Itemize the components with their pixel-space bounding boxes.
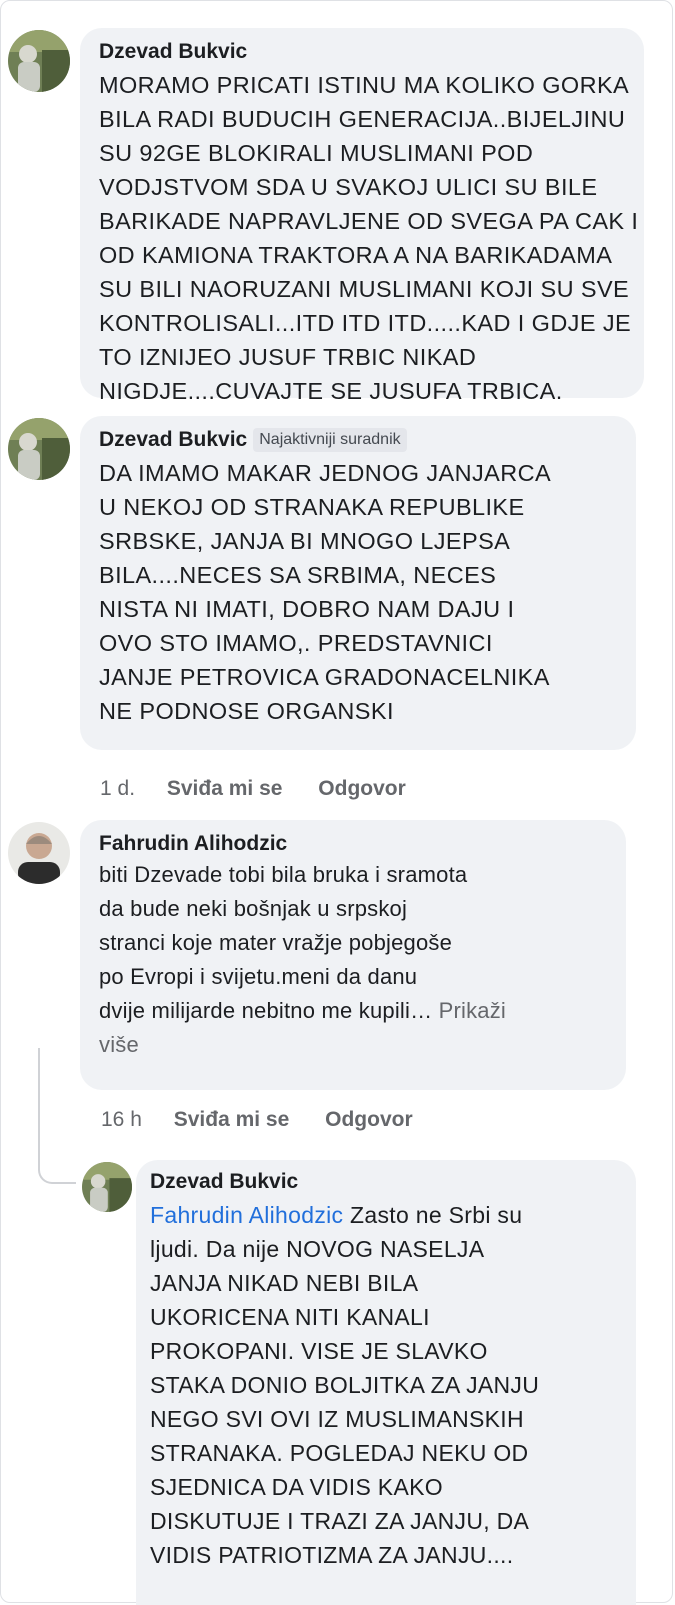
comment-line: BILA....NECES SA SRBIMA, NECES (99, 562, 497, 588)
comment-line: biti Dzevade tobi bila bruka i sramota (99, 862, 468, 887)
see-more-link[interactable]: više (99, 1028, 626, 1062)
comment-line: NEGO SVI OVI IZ MUSLIMANSKIH (150, 1406, 524, 1432)
comment-line: STRANAKA. POGLEDAJ NEKU OD (150, 1440, 529, 1466)
comment-text: Fahrudin Alihodzic Zasto ne Srbi su ljud… (150, 1198, 636, 1572)
avatar[interactable] (8, 418, 70, 480)
comment-line: po Evropi i svijetu.meni da danu (99, 964, 418, 989)
comment-actions: 16 h Sviđa mi se Odgovor (101, 1108, 413, 1132)
comment-text: MORAMO PRICATI ISTINU MA KOLIKO GORKA BI… (99, 68, 644, 408)
comment-text: biti Dzevade tobi bila bruka i sramota d… (99, 858, 626, 1062)
comment-line: MORAMO PRICATI ISTINU MA KOLIKO GORKA (99, 72, 630, 98)
comment-line: JANJE PETROVICA GRADONACELNIKA (99, 664, 550, 690)
comment-line: DA IMAMO MAKAR JEDNOG JANJARCA (99, 460, 552, 486)
comment-line: BILA RADI BUDUCIH GENERACIJA..BIJELJINU (99, 106, 626, 132)
comment-line: NIGDJE....CUVAJTE SE JUSUFA TRBICA. (99, 378, 563, 404)
comment-line: NISTA NI IMATI, DOBRO NAM DAJU I (99, 596, 515, 622)
mention-link[interactable]: Fahrudin Alihodzic (150, 1202, 343, 1228)
comment-bubble: Dzevad Bukvic MORAMO PRICATI ISTINU MA K… (80, 28, 644, 404)
comment-line: Fahrudin Alihodzic Zasto ne Srbi su (150, 1198, 636, 1232)
reply-button[interactable]: Odgovor (325, 1108, 413, 1131)
comment-line-text: dvije milijarde nebitno me kupili… (99, 998, 433, 1023)
comment-line: NE PODNOSE ORGANSKI (99, 698, 394, 724)
comment-line: dvije milijarde nebitno me kupili… Prika… (99, 994, 626, 1028)
comment-line: ljudi. Da nije NOVOG NASELJA (150, 1236, 485, 1262)
comment-line: VODJSTVOM SDA U SVAKOJ ULICI SU BILE (99, 174, 598, 200)
avatar-photo (8, 418, 70, 480)
avatar[interactable] (82, 1162, 132, 1212)
see-more-link[interactable]: Prikaži (439, 998, 506, 1023)
comment-actions: 1 d. Sviđa mi se Odgovor (100, 777, 406, 801)
thread-line (38, 1048, 40, 1158)
comment-line: stranci koje mater vražje pobjegoše (99, 930, 453, 955)
avatar[interactable] (8, 822, 70, 884)
comment-line: SRBSKE, JANJA BI MNOGO LJEPSA (99, 528, 511, 554)
comment-line: OD KAMIONA TRAKTORA A NA BARIKADAMA (99, 242, 613, 268)
comment-author[interactable]: Dzevad Bukvic (150, 1170, 636, 1194)
comment-author[interactable]: Dzevad Bukvic (99, 428, 247, 451)
comment-line: da bude neki bošnjak u srpskoj (99, 896, 408, 921)
comment-line: JANJA NIKAD NEBI BILA (150, 1270, 419, 1296)
comment-text: DA IMAMO MAKAR JEDNOG JANJARCA U NEKOJ O… (99, 456, 636, 728)
avatar[interactable] (8, 30, 70, 92)
comment-bubble: Fahrudin Alihodzic biti Dzevade tobi bil… (80, 820, 626, 1090)
comment-bubble: Dzevad Bukvic Najaktivniji suradnik DA IM… (80, 416, 636, 750)
comment-line: TO IZNIJEO JUSUF TRBIC NIKAD (99, 344, 477, 370)
comment-line: SJEDNICA DA VIDIS KAKO (150, 1474, 443, 1500)
comment-line: SU BILI NAORUZANI MUSLIMANI KOJI SU SVE (99, 276, 630, 302)
comment-line: STAKA DONIO BOLJITKA ZA JANJU (150, 1372, 540, 1398)
comment-author-row: Dzevad Bukvic Najaktivniji suradnik (99, 428, 636, 452)
avatar-photo (8, 30, 70, 92)
comment-line-text: Zasto ne Srbi su (350, 1202, 523, 1228)
avatar-photo (82, 1162, 132, 1212)
comment-timestamp[interactable]: 16 h (101, 1108, 142, 1131)
comment-line: PROKOPANI. VISE JE SLAVKO (150, 1338, 488, 1364)
comment-line: UKORICENA NITI KANALI (150, 1304, 430, 1330)
like-button[interactable]: Sviđa mi se (174, 1108, 290, 1131)
comment-line: KONTROLISALI...ITD ITD ITD.....KAD I GDJ… (99, 310, 632, 336)
comment-author[interactable]: Fahrudin Alihodzic (99, 832, 626, 856)
comment-line: VIDIS PATRIOTIZMA ZA JANJU.... (150, 1542, 514, 1568)
top-contributor-badge: Najaktivniji suradnik (253, 428, 407, 452)
comment-timestamp[interactable]: 1 d. (100, 777, 135, 800)
thread-curve (38, 1150, 76, 1184)
comment-line: SU 92GE BLOKIRALI MUSLIMANI POD (99, 140, 534, 166)
comment-line: DISKUTUJE I TRAZI ZA JANJU, DA (150, 1508, 530, 1534)
like-button[interactable]: Sviđa mi se (167, 777, 283, 800)
comment-author[interactable]: Dzevad Bukvic (99, 40, 644, 64)
comment-line: BARIKADE NAPRAVLJENE OD SVEGA PA CAK I (99, 208, 639, 234)
avatar-photo (8, 822, 70, 884)
comment-line: OVO STO IMAMO,. PREDSTAVNICI (99, 630, 493, 656)
reply-button[interactable]: Odgovor (318, 777, 406, 800)
comment-line: U NEKOJ OD STRANAKA REPUBLIKE (99, 494, 525, 520)
comment-bubble: Dzevad Bukvic Fahrudin Alihodzic Zasto n… (136, 1160, 636, 1605)
